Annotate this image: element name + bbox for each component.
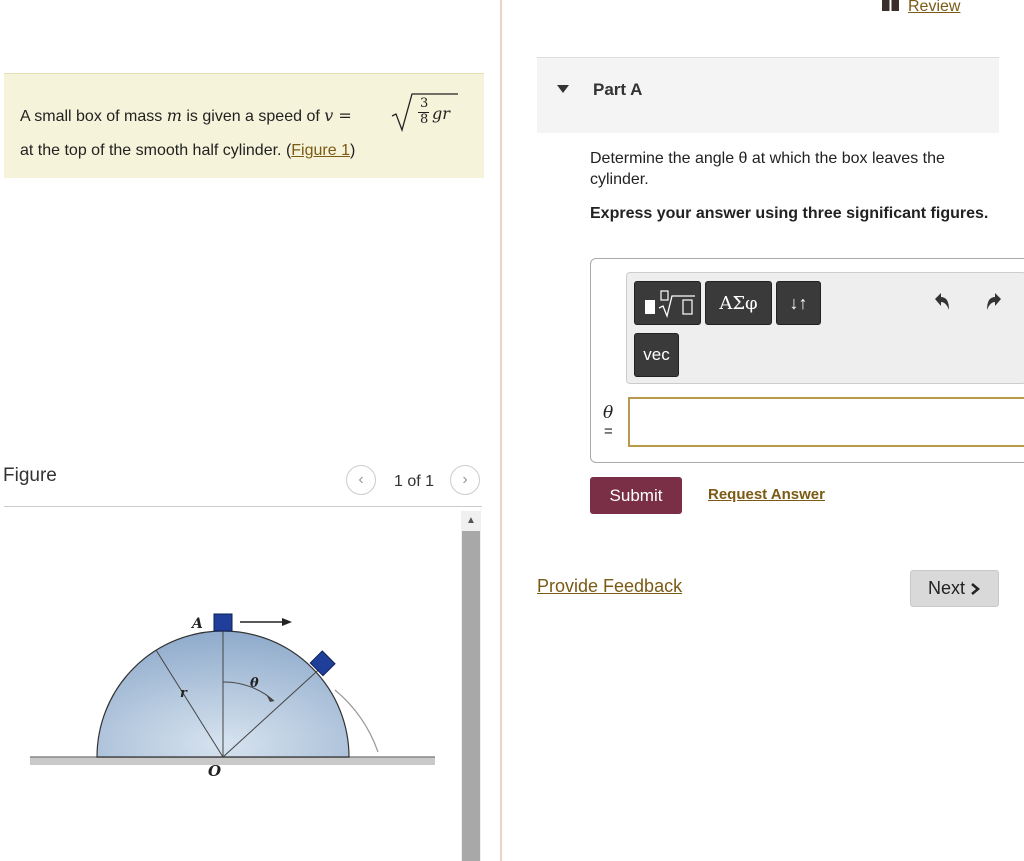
submit-button[interactable]: Submit xyxy=(590,477,682,514)
figure-pager: 1 of 1 xyxy=(394,473,435,490)
part-a-header[interactable]: Part A xyxy=(537,57,999,133)
chevron-right-icon xyxy=(971,582,980,595)
next-label: Next xyxy=(927,578,965,598)
request-answer-link[interactable]: Request Answer xyxy=(708,486,825,503)
redo-icon[interactable] xyxy=(983,290,1005,312)
scrollbar-thumb[interactable] xyxy=(462,531,480,861)
prev-figure-button[interactable]: ‹ xyxy=(346,465,376,495)
problem-text: at the top of the smooth half cylinder. … xyxy=(20,142,292,159)
label-r: r xyxy=(180,686,188,701)
figure-divider xyxy=(4,506,482,507)
label-a: A xyxy=(190,616,203,632)
templates-button[interactable] xyxy=(634,281,701,325)
question-text: Determine the angle θ at which the box l… xyxy=(590,150,945,188)
caret-down-icon[interactable] xyxy=(557,85,569,93)
figure-link[interactable]: Figure 1 xyxy=(291,142,350,159)
problem-text: ) xyxy=(349,142,356,159)
velocity-arrowhead xyxy=(282,618,292,626)
undo-icon[interactable] xyxy=(931,290,953,312)
templates-icon xyxy=(644,290,695,318)
ground xyxy=(30,757,435,765)
answer-variable: θ xyxy=(603,403,614,423)
speed-expression: v = xyxy=(324,106,352,125)
arrows-button[interactable]: ↓↑ xyxy=(776,281,821,325)
instruction-text: Express your answer using three signific… xyxy=(590,205,989,222)
chevron-right-icon: › xyxy=(462,471,468,488)
sqrt-variables: gr xyxy=(432,104,450,123)
problem-line-1: A small box of mass m is given a speed o… xyxy=(20,106,352,126)
symbols-button[interactable]: ΑΣφ xyxy=(705,281,772,325)
box-at-top xyxy=(213,613,233,632)
fraction-denominator: 8 xyxy=(420,112,429,127)
answer-equals: = xyxy=(604,423,613,440)
answer-input[interactable] xyxy=(628,397,1024,447)
label-o: O xyxy=(208,762,221,780)
problem-text: is given a speed of xyxy=(186,108,320,125)
problem-statement: A small box of mass m is given a speed o… xyxy=(4,73,484,178)
part-title: Part A xyxy=(593,80,643,99)
next-button[interactable]: Next xyxy=(910,570,999,607)
panel-divider xyxy=(500,0,502,861)
scroll-up-icon[interactable]: ▲ xyxy=(461,511,481,529)
problem-text: A small box of mass xyxy=(20,108,163,125)
mass-symbol: m xyxy=(166,106,182,125)
next-figure-button[interactable]: › xyxy=(450,465,480,495)
vector-button[interactable]: vec xyxy=(634,333,679,377)
provide-feedback-link[interactable]: Provide Feedback xyxy=(537,576,682,597)
book-icon xyxy=(882,0,899,11)
label-theta: θ xyxy=(250,676,259,691)
figure-title: Figure xyxy=(3,465,57,486)
review-link[interactable]: Review xyxy=(908,0,960,16)
problem-line-2: at the top of the smooth half cylinder. … xyxy=(20,142,355,160)
chevron-left-icon: ‹ xyxy=(358,471,364,488)
fraction-numerator: 3 xyxy=(420,96,429,111)
figure-illustration: A r θ O xyxy=(30,613,435,780)
